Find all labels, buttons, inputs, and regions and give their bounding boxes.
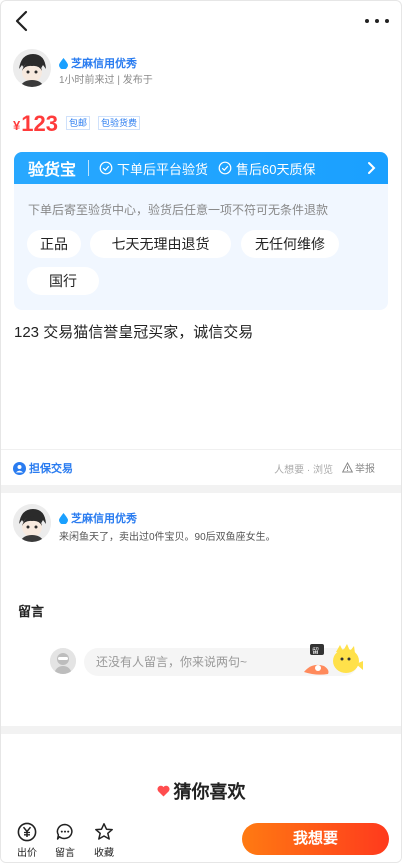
water-drop-icon [59,512,68,524]
offer-button[interactable]: 出价 [12,822,42,859]
inspection-title: 验货宝 [28,162,77,179]
seller-bio: 来闲鱼天了，卖出过0件宝贝。90后双鱼座女生。 [59,532,276,543]
chip-national-version: 国行 [27,267,99,295]
comment-button[interactable]: 留言 [50,822,80,859]
comment-label: 留言 [55,848,75,859]
favorite-button[interactable]: 收藏 [89,822,119,859]
yuan-circle-icon [17,822,37,842]
avatar-illustration-icon [13,504,51,542]
check-circle-icon [99,161,113,175]
credit-label: 芝麻信用优秀 [71,58,137,70]
currency-symbol: ¥ [13,118,21,133]
price: ¥ 123 [13,113,58,135]
inspection-header[interactable]: 验货宝 下单后平台验货 售后60天质保 [14,152,388,184]
credit-badge: 芝麻信用优秀 [59,510,137,526]
guarantee-label: 担保交易 [29,463,73,475]
chip-genuine: 正品 [27,230,81,258]
seller-activity: 1小时前来过 | 发布于 [59,75,153,86]
top-bar [1,1,401,41]
credit-badge: 芝麻信用优秀 [59,55,137,71]
recommend-title: 猜你喜欢 [173,782,246,802]
chevron-right-icon[interactable] [366,161,376,175]
default-avatar-icon [50,648,76,674]
section-gap [1,726,401,734]
svg-text:留: 留 [312,646,319,655]
messages-title: 留言 [18,604,45,619]
tag-free-shipping: 包邮 [65,116,90,130]
item-description: 123 交易猫信誉皇冠买家，诚信交易 [14,324,254,341]
avatar-illustration-icon [13,49,51,87]
inspection-description: 下单后寄至验货中心，验货后任意一项不符可无条件退款 [28,203,329,217]
price-value: 123 [21,111,58,136]
water-drop-icon [59,57,68,69]
back-arrow-icon[interactable] [11,9,35,33]
price-row: ¥ 123 包邮 包验货费 [13,109,140,135]
fish-mascot-icon: 留 [304,644,363,675]
seller-header[interactable]: 芝麻信用优秀 1小时前来过 | 发布于 [13,49,383,91]
favorite-label: 收藏 [94,848,114,859]
guaranteed-trade[interactable]: 担保交易 [13,460,73,476]
star-icon [95,823,113,840]
section-gap [1,485,401,493]
report-label: 举报 [355,464,375,475]
want-button[interactable]: 我想要 [242,823,389,855]
more-options-icon[interactable] [365,11,389,31]
report-button[interactable]: 举报 [342,460,375,475]
chat-bubble-icon [56,823,73,840]
feature-warranty: 售后60天质保 [218,159,316,178]
heart-icon [156,785,170,797]
recommend-header: 猜你喜欢 [1,778,401,804]
seller-card[interactable]: 芝麻信用优秀 来闲鱼天了，卖出过0件宝贝。90后双鱼座女生。 [13,504,383,546]
offer-label: 出价 [17,848,37,859]
credit-label: 芝麻信用优秀 [71,513,137,525]
message-composer: 还没有人留言，你来说两句~ 留 [50,644,363,678]
check-circle-icon [218,161,232,175]
tag-inspection-fee: 包验货费 [97,116,140,130]
feature-platform-inspection: 下单后平台验货 [99,159,208,178]
bottom-bar: 出价 留言 收藏 我想要 [1,818,401,862]
guarantee-icon [13,461,26,475]
chip-seven-day-return: 七天无理由退货 [90,230,231,258]
user-avatar [50,648,76,674]
views-stats: 人想要 · 浏览 [274,465,333,476]
chip-no-repair: 无任何维修 [241,230,339,258]
warning-icon [342,462,353,473]
seller-avatar[interactable] [13,504,51,542]
header-divider [88,160,90,176]
app-frame: 芝麻信用优秀 1小时前来过 | 发布于 ¥ 123 包邮 包验货费 验货宝 下单… [0,0,402,863]
divider [1,449,401,450]
seller-avatar[interactable] [13,49,51,87]
inspection-card[interactable]: 验货宝 下单后平台验货 售后60天质保 下单后寄至验货中心，验货后任意一项不符可… [14,152,388,310]
